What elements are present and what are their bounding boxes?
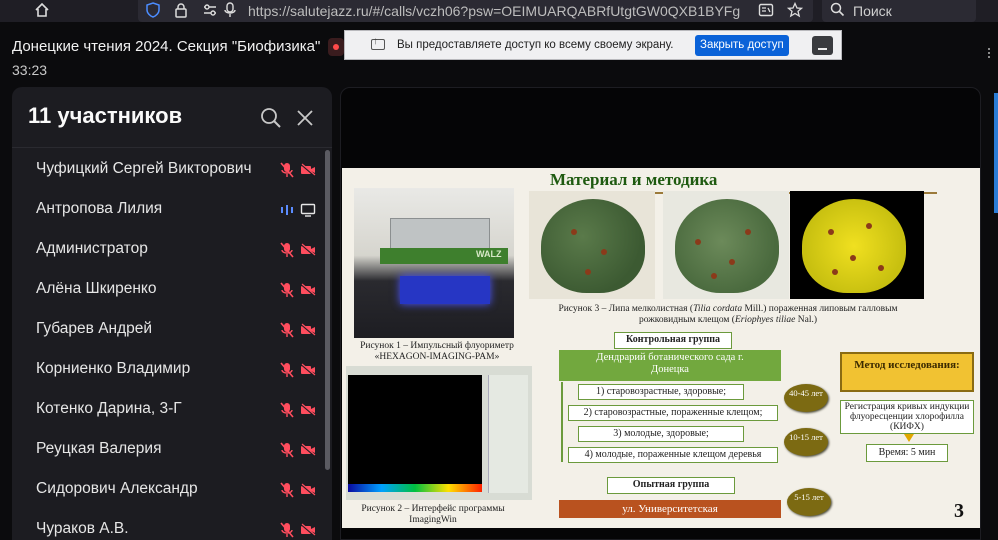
participant-name: Котенко Дарина, 3-Г [36, 400, 182, 417]
side-panel-tab[interactable] [994, 93, 998, 213]
mic-muted-icon [280, 482, 294, 498]
search-participants-icon[interactable] [260, 107, 282, 129]
bookmark-star-icon[interactable] [786, 1, 804, 22]
figure3-caption: Рисунок 3 – Липа мелколистная (Tilia cor… [558, 304, 898, 325]
mic-muted-icon [280, 322, 294, 338]
camera-off-icon [300, 523, 316, 537]
dendrarium-box: Дендрарий ботанического сада г. Донецка [559, 350, 781, 381]
group-item-3: 3) молодые, здоровые; [578, 426, 744, 442]
permissions-icon[interactable] [202, 2, 218, 22]
participant-name: Корниенко Владимир [36, 360, 191, 377]
share-notice-text: Вы предоставляете доступ ко всему своему… [397, 39, 674, 51]
slide-page-number: 3 [954, 500, 964, 522]
camera-off-icon [300, 323, 316, 337]
call-title: Донецкие чтения 2024. Секция "Биофизика" [12, 38, 321, 55]
mic-muted-icon [280, 162, 294, 178]
panel-divider [12, 147, 332, 148]
group-item-2: 2) старовозрастные, пораженные клещом; [568, 405, 778, 421]
lock-icon[interactable] [174, 2, 188, 22]
participant-row[interactable]: Реуцкая Валерия [12, 430, 324, 470]
age-badge-young: 10-15 лет [784, 428, 828, 456]
browser-search-placeholder: Поиск [853, 3, 892, 19]
figure2-caption: Рисунок 2 – Интерфейс программы ImagingW… [361, 504, 505, 525]
recording-indicator-icon [328, 38, 344, 56]
participant-name: Губарев Андрей [36, 320, 153, 337]
microphone-icon[interactable] [224, 2, 236, 22]
participant-row[interactable]: Корниенко Владимир [12, 350, 324, 390]
age-badge-experimental: 5-15 лет [787, 488, 831, 516]
participants-list: Чуфицкий Сергей Викторович Антропова Лили… [12, 150, 324, 540]
participant-row[interactable]: Сидорович Александр [12, 470, 324, 510]
camera-off-icon [300, 243, 316, 257]
home-icon[interactable] [34, 2, 50, 22]
mic-muted-icon [280, 362, 294, 378]
method-arrow [904, 434, 914, 442]
figure1-caption: Рисунок 1 – Импульсный флуориметр «HEXAG… [360, 341, 514, 362]
url-text[interactable]: https://salutejazz.ru/#/calls/vczh06?psw… [248, 2, 740, 20]
screen-share-icon [300, 203, 316, 217]
close-panel-icon[interactable] [294, 107, 316, 129]
leaf-photo-healthy [529, 191, 655, 299]
screen-share-notice: Вы предоставляете доступ ко всему своему… [344, 30, 842, 60]
browser-search-box[interactable] [822, 0, 976, 22]
group-item-4: 4) молодые, пораженные клещом деревья [568, 447, 778, 463]
participants-title: 11 участников [28, 103, 183, 128]
method-time: Время: 5 мин [866, 444, 948, 462]
mic-muted-icon [280, 282, 294, 298]
participant-name: Сидорович Александр [36, 480, 198, 497]
mic-muted-icon [280, 522, 294, 538]
control-group-box: Контрольная группа [614, 332, 732, 349]
hide-notice-button[interactable] [812, 36, 833, 55]
participants-scrollbar[interactable] [325, 150, 330, 470]
street-label: ул. Университетская [559, 500, 781, 518]
shield-icon[interactable] [146, 2, 160, 22]
slide-title: Материал и методика [550, 170, 718, 189]
imagingwin-screenshot [346, 366, 532, 500]
share-screen-icon [371, 36, 385, 50]
method-title: Метод исследования: [840, 352, 974, 392]
camera-off-icon [300, 403, 316, 417]
mic-muted-icon [280, 242, 294, 258]
more-menu-icon[interactable] [987, 48, 991, 66]
mic-muted-icon [280, 442, 294, 458]
browser-toolbar: https://salutejazz.ru/#/calls/vczh06?psw… [0, 0, 998, 22]
search-icon[interactable] [830, 2, 845, 21]
call-timer: 33:23 [12, 62, 48, 78]
participant-name: Чураков А.В. [36, 520, 129, 537]
participant-name: Антропова Лилия [36, 200, 163, 217]
participant-name: Администратор [36, 240, 148, 257]
camera-off-icon [300, 283, 316, 297]
fluorometer-photo: WALZ [354, 188, 514, 338]
camera-off-icon [300, 363, 316, 377]
participant-row[interactable]: Чуфицкий Сергей Викторович [12, 150, 324, 190]
participant-row[interactable]: Чураков А.В. [12, 510, 324, 540]
participant-name: Чуфицкий Сергей Викторович [36, 160, 252, 177]
stop-sharing-button[interactable]: Закрыть доступ [695, 35, 789, 56]
presentation-slide: Материал и методика WALZ Рисунок 1 – Имп… [342, 168, 980, 528]
age-badge-old: 40-45 лет [784, 384, 828, 412]
mic-muted-icon [280, 402, 294, 418]
participant-row[interactable]: Губарев Андрей [12, 310, 324, 350]
leaf-photo-infected [663, 191, 789, 299]
participant-row[interactable]: Антропова Лилия [12, 190, 324, 230]
participant-name: Алёна Шкиренко [36, 280, 157, 297]
method-description: Регистрация кривых индукции флуоресценци… [840, 400, 974, 434]
participant-row[interactable]: Алёна Шкиренко [12, 270, 324, 310]
camera-off-icon [300, 163, 316, 177]
camera-off-icon [300, 443, 316, 457]
participant-name: Реуцкая Валерия [36, 440, 162, 457]
camera-off-icon [300, 483, 316, 497]
leaf-fluorescence-image [790, 191, 924, 299]
reader-icon[interactable] [758, 2, 774, 22]
participants-panel: 11 участников Чуфицкий Сергей Викторович… [12, 87, 332, 540]
group-item-1: 1) старовозрастные, здоровые; [578, 384, 744, 400]
participant-row[interactable]: Котенко Дарина, 3-Г [12, 390, 324, 430]
audio-level-icon [280, 202, 294, 218]
experimental-group-box: Опытная группа [607, 477, 735, 494]
participant-row[interactable]: Администратор [12, 230, 324, 270]
device-brand-label: WALZ [476, 249, 502, 259]
